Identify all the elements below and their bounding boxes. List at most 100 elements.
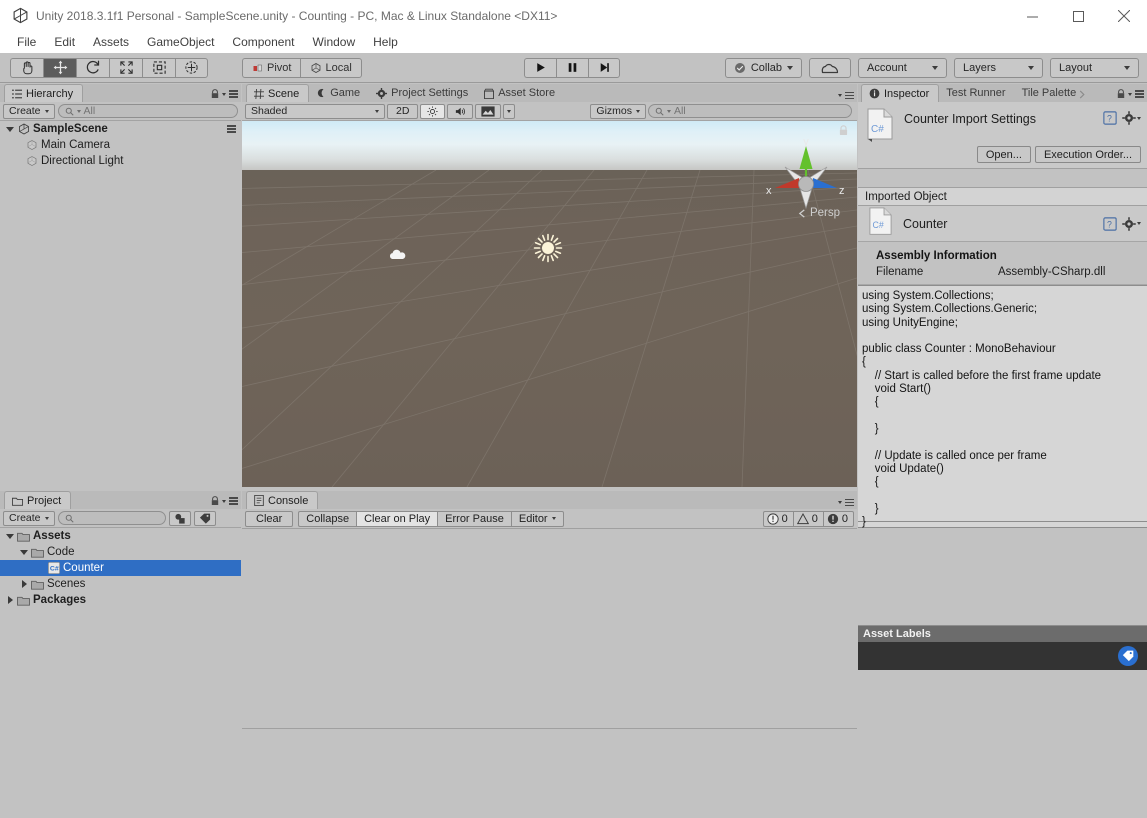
tab-console[interactable]: Console (246, 491, 318, 509)
tab-asset-store[interactable]: Asset Store (477, 84, 564, 102)
console-clear-on-play-toggle[interactable]: Clear on Play (356, 511, 437, 527)
scene-2d-toggle[interactable]: 2D (387, 104, 418, 119)
project-row-scenes[interactable]: Scenes (0, 576, 241, 592)
lighting-toggle-icon[interactable] (420, 104, 445, 119)
camera-gizmo-icon[interactable] (389, 247, 411, 266)
preset-gear-icon[interactable] (1122, 217, 1141, 231)
preset-gear-icon[interactable] (1122, 111, 1141, 125)
console-icon (254, 495, 264, 506)
disclosure-arrow-icon[interactable] (4, 127, 16, 132)
lock-icon[interactable] (1117, 89, 1125, 99)
menu-edit[interactable]: Edit (45, 32, 84, 53)
play-button-icon[interactable] (524, 58, 556, 78)
help-book-icon[interactable]: ? (1103, 111, 1117, 125)
hierarchy-row-directional-light[interactable]: Directional Light (0, 153, 241, 169)
label-filter-icon[interactable] (194, 511, 216, 526)
lock-icon[interactable] (211, 89, 219, 99)
console-clear-button[interactable]: Clear (245, 511, 293, 527)
console-error-count[interactable]: 0 (823, 511, 854, 527)
console-log-count[interactable]: 0 (763, 511, 793, 527)
code-line (862, 410, 1147, 423)
transform-tool-icon[interactable] (175, 58, 208, 78)
console-tab-options (838, 499, 854, 506)
menu-help[interactable]: Help (364, 32, 407, 53)
step-button-icon[interactable] (588, 58, 620, 78)
directional-light-gizmo-icon[interactable] (533, 233, 563, 266)
scene-projection-label[interactable]: Persp (798, 207, 840, 219)
menu-window[interactable]: Window (303, 32, 364, 53)
menu-assets[interactable]: Assets (84, 32, 138, 53)
panel-menu-icon[interactable] (1135, 90, 1144, 97)
execution-order-button[interactable]: Execution Order... (1035, 146, 1141, 163)
hand-tool-icon[interactable] (10, 58, 43, 78)
project-row-code[interactable]: Code (0, 544, 241, 560)
effects-dropdown[interactable] (503, 104, 515, 119)
console-log-list[interactable] (242, 529, 857, 799)
pause-button-icon[interactable] (556, 58, 588, 78)
menu-component[interactable]: Component (223, 32, 303, 53)
lock-icon[interactable] (211, 496, 219, 506)
hierarchy-search-input[interactable]: All (58, 104, 238, 118)
tab-scene[interactable]: Scene (246, 84, 309, 102)
collab-button[interactable]: Collab (725, 58, 802, 78)
scene-viewport[interactable]: y x z Persp (242, 121, 857, 487)
hierarchy-row-main-camera[interactable]: Main Camera (0, 137, 241, 153)
open-button[interactable]: Open... (977, 146, 1031, 163)
panel-menu-icon[interactable] (845, 499, 854, 506)
layout-button[interactable]: Layout (1050, 58, 1139, 78)
tab-test-runner[interactable]: Test Runner (939, 84, 1014, 102)
close-icon[interactable] (1101, 0, 1147, 32)
hierarchy-create-button[interactable]: Create (3, 104, 55, 119)
project-search-input[interactable] (58, 511, 166, 525)
minimize-icon[interactable] (1009, 0, 1055, 32)
tab-project[interactable]: Project (4, 491, 71, 509)
gizmos-dropdown[interactable]: Gizmos (590, 104, 646, 119)
menu-file[interactable]: File (8, 32, 45, 53)
disclosure-arrow-icon[interactable] (18, 550, 30, 555)
help-book-icon[interactable]: ? (1103, 217, 1117, 231)
console-error-pause-toggle[interactable]: Error Pause (437, 511, 511, 527)
audio-toggle-icon[interactable] (447, 104, 473, 119)
scene-search-input[interactable]: All (648, 104, 852, 118)
menu-gameobject[interactable]: GameObject (138, 32, 223, 53)
console-editor-dropdown[interactable]: Editor (511, 511, 564, 527)
tab-overflow-chevron-icon[interactable] (1078, 90, 1086, 99)
panel-menu-icon[interactable] (229, 497, 238, 504)
project-create-button[interactable]: Create (3, 511, 55, 526)
tab-game[interactable]: Game (309, 84, 369, 102)
scale-tool-icon[interactable] (109, 58, 142, 78)
project-row-assets[interactable]: Assets (0, 528, 241, 544)
disclosure-arrow-icon[interactable] (4, 596, 16, 604)
rotate-tool-icon[interactable] (76, 58, 109, 78)
hierarchy-row-samplescene[interactable]: SampleScene (0, 121, 241, 137)
chevron-down-icon (552, 517, 556, 520)
tab-tile-palette[interactable]: Tile Palette (1015, 84, 1079, 102)
effects-toggle-icon[interactable] (475, 104, 501, 119)
project-row-counter[interactable]: C# Counter (0, 560, 241, 576)
code-line (862, 489, 1147, 502)
local-toggle[interactable]: Local (300, 58, 361, 78)
rect-tool-icon[interactable] (142, 58, 175, 78)
project-row-packages[interactable]: Packages (0, 592, 241, 608)
panel-menu-icon[interactable] (229, 90, 238, 97)
maximize-icon[interactable] (1055, 0, 1101, 32)
disclosure-arrow-icon[interactable] (4, 534, 16, 539)
layers-button[interactable]: Layers (954, 58, 1043, 78)
tab-hierarchy[interactable]: Hierarchy (4, 84, 83, 102)
asset-labels-header[interactable]: Asset Labels (858, 626, 1147, 642)
tab-inspector[interactable]: Inspector (861, 84, 939, 102)
cloud-icon[interactable] (809, 58, 851, 78)
account-button[interactable]: Account (858, 58, 947, 78)
scene-shading-dropdown[interactable]: Shaded (245, 104, 385, 119)
disclosure-arrow-icon[interactable] (18, 580, 30, 588)
move-tool-icon[interactable] (43, 58, 76, 78)
type-filter-icon[interactable] (169, 511, 191, 526)
tab-project-settings[interactable]: Project Settings (369, 84, 477, 102)
console-warning-count[interactable]: 0 (793, 511, 823, 527)
tag-icon[interactable] (1118, 646, 1138, 666)
asset-labels-body[interactable] (858, 642, 1147, 670)
console-collapse-toggle[interactable]: Collapse (298, 511, 356, 527)
scene-menu-icon[interactable] (227, 125, 236, 132)
panel-menu-icon[interactable] (845, 92, 854, 99)
pivot-toggle[interactable]: Pivot (242, 58, 300, 78)
